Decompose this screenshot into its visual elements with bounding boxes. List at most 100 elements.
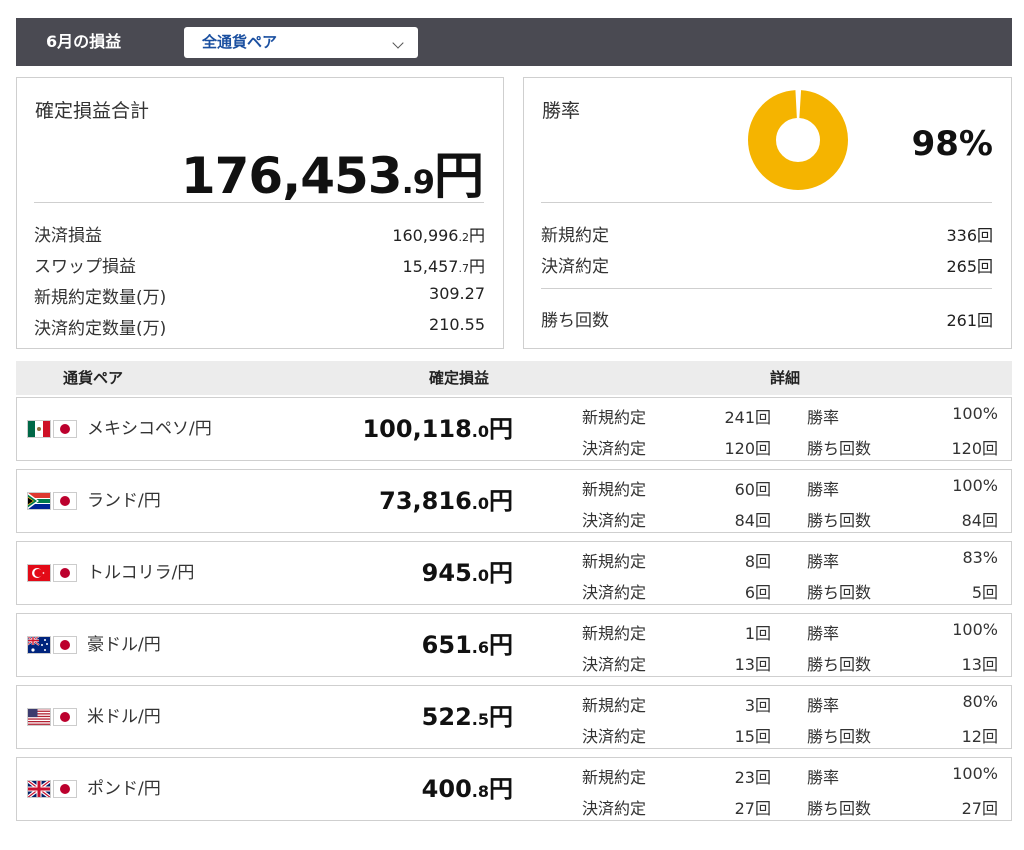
table-row: 米ドル/円 522.5円 新規約定 決済約定 3回 15回 勝率 勝ち回数 80% 12回 bbox=[16, 685, 1012, 749]
detail-label-new: 新規約定 bbox=[582, 408, 647, 427]
turkey-flag-icon bbox=[27, 564, 51, 584]
value-unit: 円 bbox=[468, 226, 485, 245]
profit-decimal: .8 bbox=[471, 782, 489, 801]
japan-flag-icon bbox=[53, 492, 77, 512]
profit-integer: 400 bbox=[421, 775, 472, 803]
summary-item-label: スワップ損益 bbox=[34, 257, 136, 277]
profit-integer: 100,118 bbox=[362, 415, 472, 443]
detail-label-new: 新規約定 bbox=[582, 480, 647, 499]
summary-item-label: 決済損益 bbox=[34, 226, 102, 246]
detail-label-wins: 勝ち回数 bbox=[807, 439, 872, 458]
australia-flag-icon bbox=[27, 636, 51, 656]
detail-label-new: 新規約定 bbox=[582, 768, 647, 787]
total-profit-label: 確定損益合計 bbox=[35, 100, 150, 122]
pair-profit: 522.5円 bbox=[422, 686, 513, 751]
profit-integer: 945 bbox=[421, 559, 472, 587]
detail-label-wins: 勝ち回数 bbox=[807, 727, 872, 746]
profit-decimal: .0 bbox=[471, 494, 489, 513]
detail-label-wins: 勝ち回数 bbox=[807, 655, 872, 674]
detail-value-settle: 13回 bbox=[734, 655, 771, 674]
profit-decimal: .6 bbox=[471, 638, 489, 657]
detail-value-settle: 120回 bbox=[724, 439, 771, 458]
currency-pair-name: ポンド/円 bbox=[87, 779, 161, 799]
detail-value-new: 3回 bbox=[744, 696, 771, 715]
currency-pair-name: メキシコペソ/円 bbox=[87, 419, 212, 439]
detail-value-rate: 100% bbox=[952, 476, 998, 495]
profit-integer: 73,816 bbox=[379, 487, 472, 515]
table-row: ポンド/円 400.8円 新規約定 決済約定 23回 27回 勝率 勝ち回数 100% 27回 bbox=[16, 757, 1012, 821]
pair-profit: 651.6円 bbox=[422, 614, 513, 679]
south-africa-flag-icon bbox=[27, 492, 51, 512]
detail-label-wins: 勝ち回数 bbox=[807, 799, 872, 818]
win-rate-card: 勝率 98% 新規約定 336回 決済約定 265回 勝ち回数 261回 bbox=[523, 77, 1012, 349]
detail-value-new: 23回 bbox=[734, 768, 771, 787]
currency-pair-name: トルコリラ/円 bbox=[87, 563, 195, 583]
table-row: ランド/円 73,816.0円 新規約定 決済約定 60回 84回 勝率 勝ち回数 100% 84… bbox=[16, 469, 1012, 533]
profit-unit: 円 bbox=[489, 559, 513, 587]
detail-value-settle: 84回 bbox=[734, 511, 771, 530]
detail-label-settle: 決済約定 bbox=[582, 727, 647, 746]
summary-item-label: 新規約定数量(万) bbox=[34, 288, 167, 308]
win-rate-label: 勝率 bbox=[542, 100, 581, 122]
currency-flags bbox=[27, 492, 77, 512]
pair-profit: 400.8円 bbox=[422, 758, 513, 823]
total-profit-value: 176,453.9円 bbox=[180, 147, 484, 205]
value-integer: 309.27 bbox=[429, 284, 485, 303]
column-header-profit: 確定損益 bbox=[429, 369, 490, 387]
winrate-item-value: 261回 bbox=[946, 311, 993, 330]
detail-label-rate: 勝率 bbox=[807, 624, 840, 643]
summary-item-value: 309.27 bbox=[429, 284, 485, 303]
detail-value-new: 8回 bbox=[744, 552, 771, 571]
profit-integer: 651 bbox=[421, 631, 472, 659]
detail-label-settle: 決済約定 bbox=[582, 439, 647, 458]
divider bbox=[541, 288, 992, 289]
winrate-item-label: 勝ち回数 bbox=[541, 311, 609, 331]
detail-label-new: 新規約定 bbox=[582, 624, 647, 643]
currency-pair-select-value: 全通貨ペア bbox=[202, 33, 278, 51]
value-decimal: .2 bbox=[458, 231, 469, 244]
currency-pair-name: 米ドル/円 bbox=[87, 707, 161, 727]
winrate-item-value: 336回 bbox=[946, 226, 993, 245]
winrate-item-label: 決済約定 bbox=[541, 257, 609, 277]
pair-profit: 945.0円 bbox=[422, 542, 513, 607]
japan-flag-icon bbox=[53, 564, 77, 584]
japan-flag-icon bbox=[53, 420, 77, 440]
currency-flags bbox=[27, 636, 77, 656]
currency-pair-name: 豪ドル/円 bbox=[87, 635, 161, 655]
header-bar: 6月の損益 全通貨ペア bbox=[16, 18, 1012, 66]
page-title: 6月の損益 bbox=[46, 32, 122, 51]
detail-value-wins: 5回 bbox=[971, 583, 998, 602]
detail-label-wins: 勝ち回数 bbox=[807, 583, 872, 602]
detail-value-rate: 83% bbox=[962, 548, 998, 567]
detail-label-new: 新規約定 bbox=[582, 696, 647, 715]
currency-flags bbox=[27, 708, 77, 728]
profit-integer: 522 bbox=[421, 703, 472, 731]
detail-value-new: 1回 bbox=[744, 624, 771, 643]
value-unit: 円 bbox=[468, 257, 485, 276]
currency-flags bbox=[27, 420, 77, 440]
table-row: 豪ドル/円 651.6円 新規約定 決済約定 1回 13回 勝率 勝ち回数 100% 13回 bbox=[16, 613, 1012, 677]
uk-flag-icon bbox=[27, 780, 51, 800]
profit-unit: 円 bbox=[489, 487, 513, 515]
detail-label-new: 新規約定 bbox=[582, 552, 647, 571]
divider bbox=[541, 202, 992, 203]
divider bbox=[34, 202, 484, 203]
table-row: メキシコペソ/円 100,118.0円 新規約定 決済約定 241回 120回 勝率 勝ち回数… bbox=[16, 397, 1012, 461]
detail-value-settle: 15回 bbox=[734, 727, 771, 746]
currency-flags bbox=[27, 564, 77, 584]
value-decimal: .7 bbox=[458, 262, 469, 275]
column-header-pair: 通貨ペア bbox=[63, 369, 124, 387]
detail-value-settle: 27回 bbox=[734, 799, 771, 818]
profit-decimal: .0 bbox=[471, 566, 489, 585]
currency-pair-select[interactable]: 全通貨ペア bbox=[184, 27, 418, 58]
summary-item-value: 210.55 bbox=[429, 315, 485, 334]
summary-item-value: 160,996.2円 bbox=[392, 222, 485, 246]
detail-label-settle: 決済約定 bbox=[582, 583, 647, 602]
japan-flag-icon bbox=[53, 780, 77, 800]
detail-value-wins: 12回 bbox=[961, 727, 998, 746]
detail-label-settle: 決済約定 bbox=[582, 511, 647, 530]
usa-flag-icon bbox=[27, 708, 51, 728]
japan-flag-icon bbox=[53, 636, 77, 656]
detail-value-rate: 80% bbox=[962, 692, 998, 711]
pair-profit: 100,118.0円 bbox=[362, 398, 513, 463]
